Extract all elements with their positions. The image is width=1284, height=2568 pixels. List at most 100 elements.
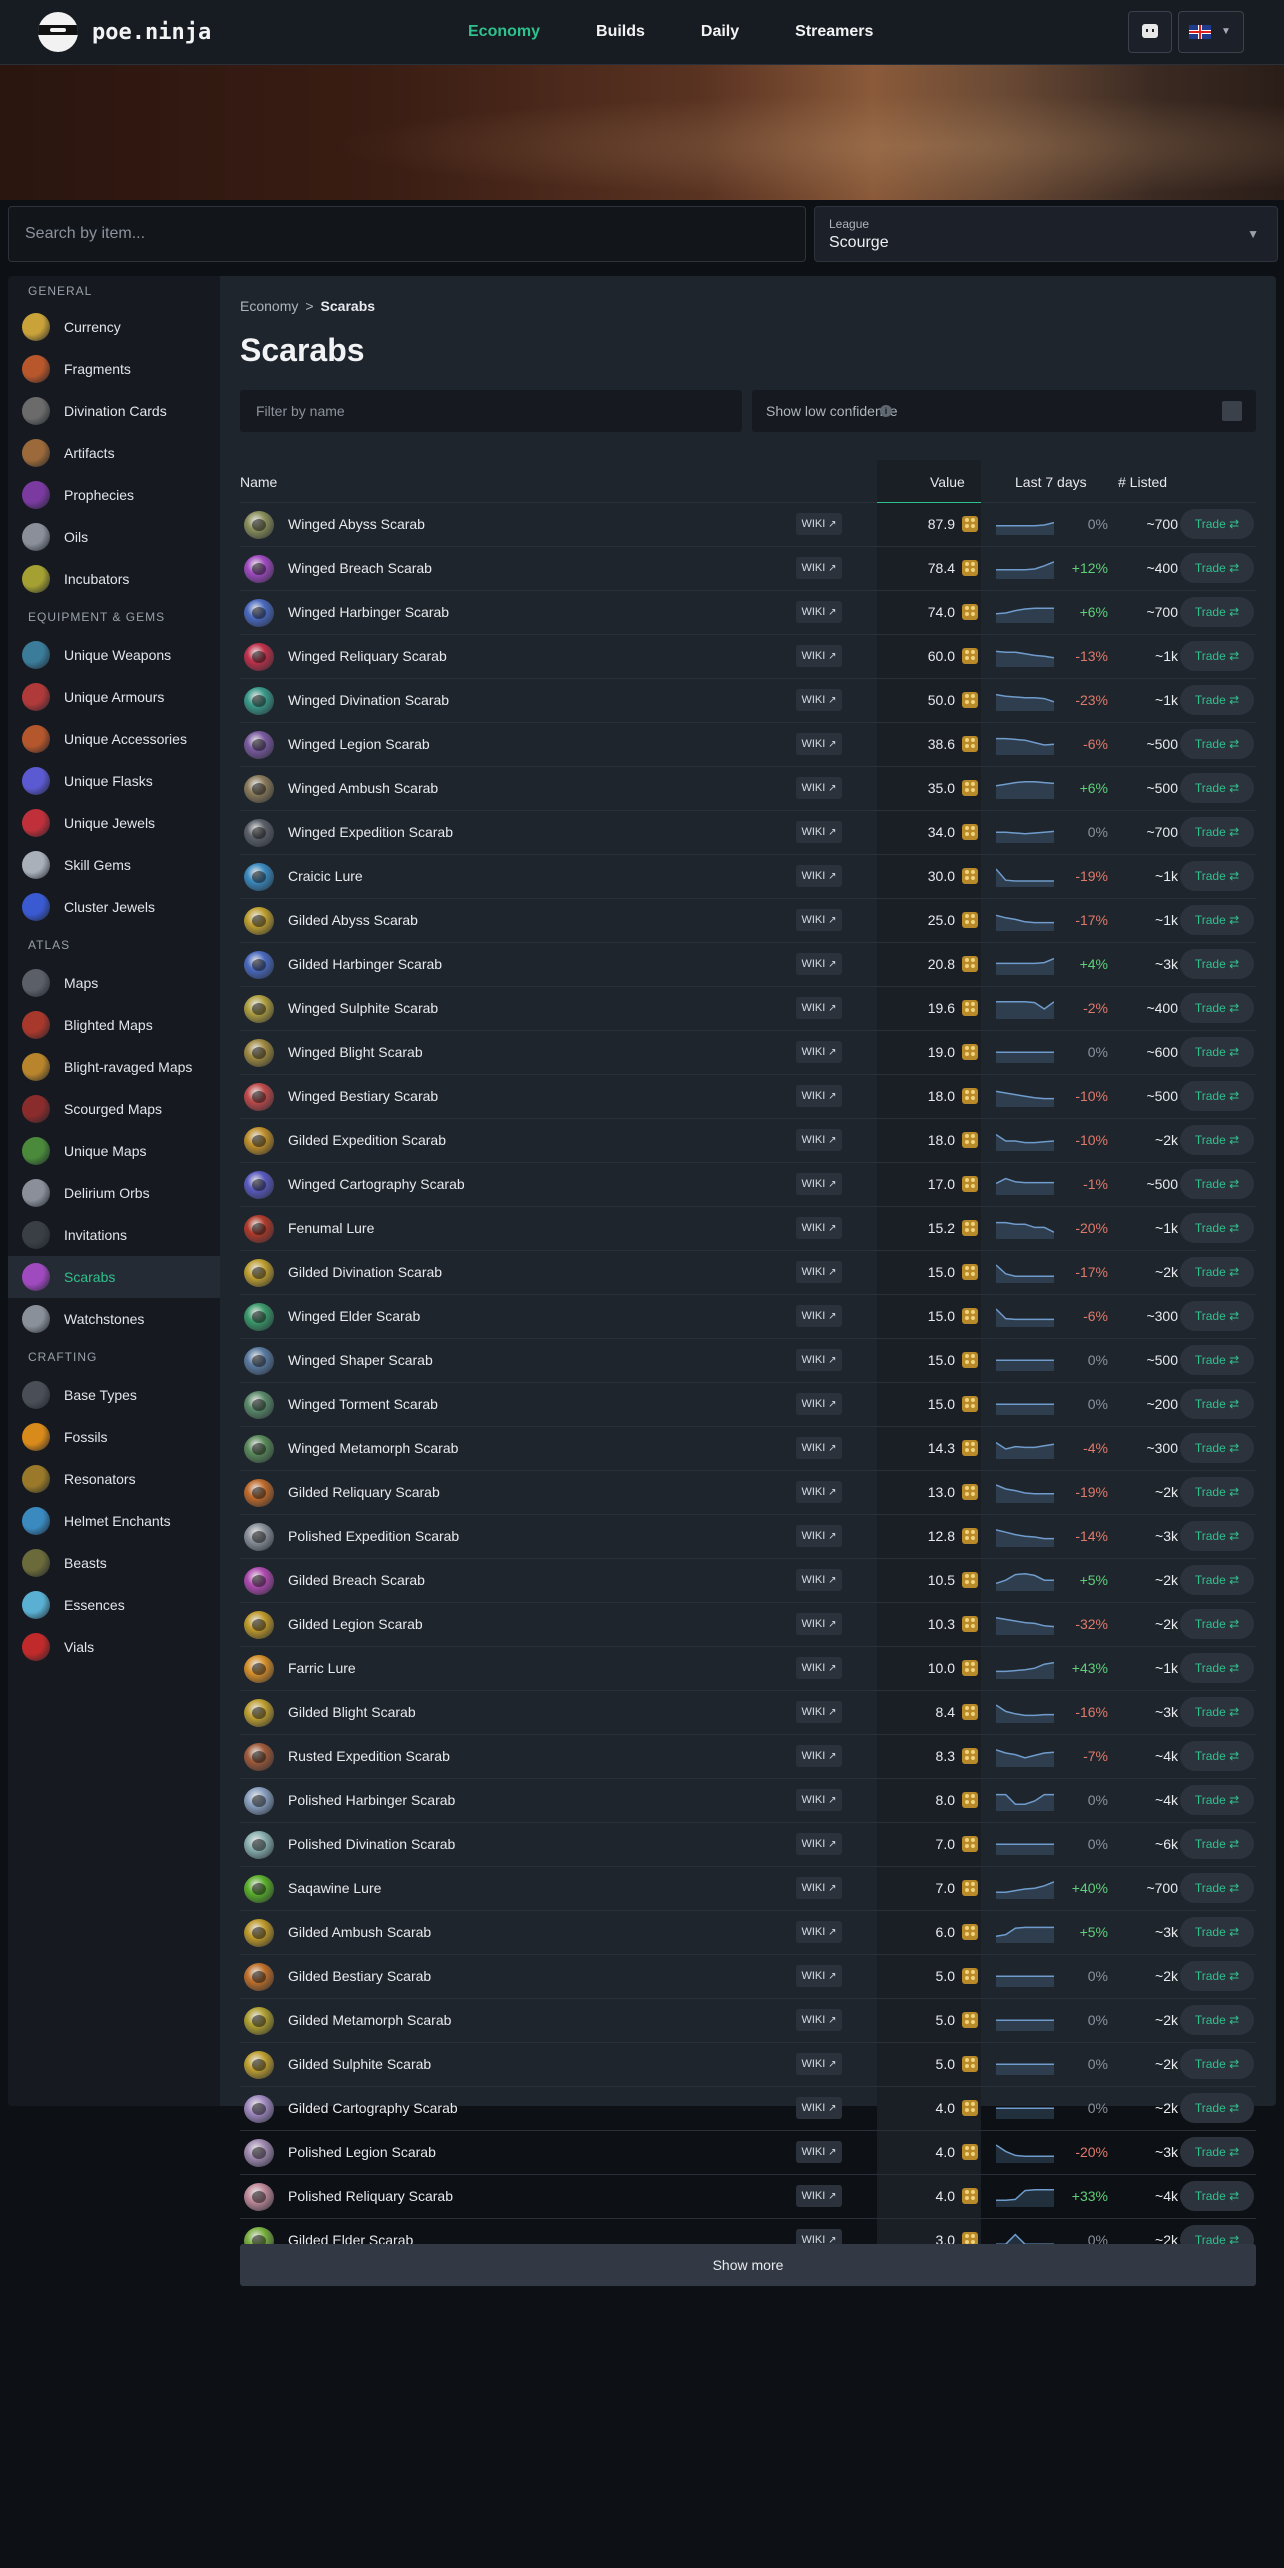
sidebar-item-blighted-maps[interactable]: Blighted Maps [8,1004,220,1046]
search-input[interactable] [9,207,805,261]
item-name[interactable]: Winged Legion Scarab [288,736,430,752]
trade-button[interactable]: Trade ⇄ [1180,1785,1254,1815]
item-name[interactable]: Polished Legion Scarab [288,2144,436,2160]
wiki-link[interactable]: WIKI ↗ [796,1481,842,1503]
sidebar-item-prophecies[interactable]: Prophecies [8,474,220,516]
item-name[interactable]: Gilded Ambush Scarab [288,1924,431,1940]
item-name[interactable]: Winged Breach Scarab [288,560,432,576]
sidebar-item-maps[interactable]: Maps [8,962,220,1004]
wiki-link[interactable]: WIKI ↗ [796,2097,842,2119]
item-name[interactable]: Gilded Breach Scarab [288,1572,425,1588]
item-name[interactable]: Winged Divination Scarab [288,692,449,708]
item-name[interactable]: Gilded Cartography Scarab [288,2100,458,2116]
wiki-link[interactable]: WIKI ↗ [796,1129,842,1151]
trade-button[interactable]: Trade ⇄ [1180,861,1254,891]
item-name[interactable]: Gilded Divination Scarab [288,1264,442,1280]
wiki-link[interactable]: WIKI ↗ [796,513,842,535]
trade-button[interactable]: Trade ⇄ [1180,1257,1254,1287]
trade-button[interactable]: Trade ⇄ [1180,1213,1254,1243]
sidebar-item-watchstones[interactable]: Watchstones [8,1298,220,1340]
sidebar-item-unique-accessories[interactable]: Unique Accessories [8,718,220,760]
wiki-link[interactable]: WIKI ↗ [796,601,842,623]
item-name[interactable]: Gilded Legion Scarab [288,1616,423,1632]
trade-button[interactable]: Trade ⇄ [1180,1565,1254,1595]
name-filter[interactable] [240,390,742,432]
sidebar-item-fossils[interactable]: Fossils [8,1416,220,1458]
trade-button[interactable]: Trade ⇄ [1180,1477,1254,1507]
wiki-link[interactable]: WIKI ↗ [796,997,842,1019]
column-value[interactable]: Value [930,474,965,490]
item-name[interactable]: Saqawine Lure [288,1880,381,1896]
sidebar-item-essences[interactable]: Essences [8,1584,220,1626]
sidebar-item-delirium-orbs[interactable]: Delirium Orbs [8,1172,220,1214]
item-name[interactable]: Winged Metamorph Scarab [288,1440,458,1456]
logo[interactable]: poe.ninja [38,12,211,52]
sidebar-item-divination-cards[interactable]: Divination Cards [8,390,220,432]
item-name[interactable]: Winged Shaper Scarab [288,1352,433,1368]
item-name[interactable]: Winged Ambush Scarab [288,780,438,796]
trade-button[interactable]: Trade ⇄ [1180,685,1254,715]
wiki-link[interactable]: WIKI ↗ [796,1349,842,1371]
item-name[interactable]: Polished Divination Scarab [288,1836,455,1852]
item-name[interactable]: Gilded Sulphite Scarab [288,2056,431,2072]
trade-button[interactable]: Trade ⇄ [1180,2093,1254,2123]
trade-button[interactable]: Trade ⇄ [1180,1037,1254,1067]
trade-button[interactable]: Trade ⇄ [1180,1917,1254,1947]
sidebar-item-cluster-jewels[interactable]: Cluster Jewels [8,886,220,928]
trade-button[interactable]: Trade ⇄ [1180,553,1254,583]
sidebar-item-unique-flasks[interactable]: Unique Flasks [8,760,220,802]
sidebar-item-helmet-enchants[interactable]: Helmet Enchants [8,1500,220,1542]
sidebar-item-unique-maps[interactable]: Unique Maps [8,1130,220,1172]
wiki-link[interactable]: WIKI ↗ [796,1613,842,1635]
low-confidence-toggle[interactable]: Show low confidence i [752,390,1256,432]
wiki-link[interactable]: WIKI ↗ [796,557,842,579]
sidebar-item-unique-jewels[interactable]: Unique Jewels [8,802,220,844]
sidebar-item-incubators[interactable]: Incubators [8,558,220,600]
wiki-link[interactable]: WIKI ↗ [796,1305,842,1327]
trade-button[interactable]: Trade ⇄ [1180,1389,1254,1419]
item-search[interactable] [8,206,806,262]
trade-button[interactable]: Trade ⇄ [1180,597,1254,627]
wiki-link[interactable]: WIKI ↗ [796,1789,842,1811]
column-listed[interactable]: # Listed [1118,474,1167,490]
breadcrumb-economy[interactable]: Economy [240,298,298,314]
item-name[interactable]: Winged Harbinger Scarab [288,604,449,620]
low-confidence-checkbox[interactable] [1222,401,1242,421]
trade-button[interactable]: Trade ⇄ [1180,773,1254,803]
trade-button[interactable]: Trade ⇄ [1180,1301,1254,1331]
column-name[interactable]: Name [240,474,277,490]
trade-button[interactable]: Trade ⇄ [1180,1521,1254,1551]
sidebar-item-resonators[interactable]: Resonators [8,1458,220,1500]
sidebar-item-unique-armours[interactable]: Unique Armours [8,676,220,718]
trade-button[interactable]: Trade ⇄ [1180,817,1254,847]
item-name[interactable]: Polished Harbinger Scarab [288,1792,455,1808]
wiki-link[interactable]: WIKI ↗ [796,1965,842,1987]
language-selector[interactable]: ▼ [1178,11,1244,53]
sidebar-item-scarabs[interactable]: Scarabs [8,1256,220,1298]
wiki-link[interactable]: WIKI ↗ [796,1173,842,1195]
wiki-link[interactable]: WIKI ↗ [796,865,842,887]
trade-button[interactable]: Trade ⇄ [1180,905,1254,935]
show-more-button[interactable]: Show more [240,2244,1256,2286]
wiki-link[interactable]: WIKI ↗ [796,1833,842,1855]
nav-daily[interactable]: Daily [701,23,739,41]
sidebar-item-scourged-maps[interactable]: Scourged Maps [8,1088,220,1130]
info-icon[interactable]: i [880,405,892,417]
trade-button[interactable]: Trade ⇄ [1180,1653,1254,1683]
wiki-link[interactable]: WIKI ↗ [796,645,842,667]
item-name[interactable]: Polished Expedition Scarab [288,1528,459,1544]
wiki-link[interactable]: WIKI ↗ [796,953,842,975]
sidebar-item-base-types[interactable]: Base Types [8,1374,220,1416]
trade-button[interactable]: Trade ⇄ [1180,1961,1254,1991]
sidebar-item-blight-ravaged-maps[interactable]: Blight-ravaged Maps [8,1046,220,1088]
item-name[interactable]: Craicic Lure [288,868,363,884]
sidebar-item-beasts[interactable]: Beasts [8,1542,220,1584]
sidebar-item-currency[interactable]: Currency [8,306,220,348]
wiki-link[interactable]: WIKI ↗ [796,1921,842,1943]
wiki-link[interactable]: WIKI ↗ [796,777,842,799]
item-name[interactable]: Gilded Blight Scarab [288,1704,416,1720]
wiki-link[interactable]: WIKI ↗ [796,1525,842,1547]
trade-button[interactable]: Trade ⇄ [1180,1125,1254,1155]
trade-button[interactable]: Trade ⇄ [1180,729,1254,759]
wiki-link[interactable]: WIKI ↗ [796,2053,842,2075]
